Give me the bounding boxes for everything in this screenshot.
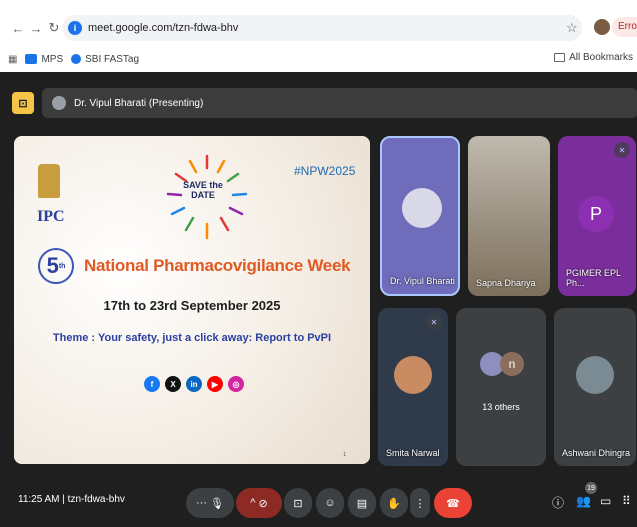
address-bar[interactable]: i meet.google.com/tzn-fdwa-bhv: [62, 15, 582, 41]
raise-hand-button[interactable]: ✋: [380, 488, 408, 518]
captions-button[interactable]: ▤: [348, 488, 376, 518]
presentation-topbar: ⊡ Dr. Vipul Bharati (Presenting): [12, 88, 637, 118]
edition-number: 5th: [38, 248, 74, 284]
mic-off-icon: ✕: [426, 314, 442, 330]
leave-call-button[interactable]: ☎: [434, 488, 472, 518]
x-icon: X: [165, 376, 181, 392]
participant-name: PGIMER EPL Ph...: [566, 268, 621, 288]
info-icon[interactable]: ⓘ: [552, 494, 564, 511]
end-call-icon: ☎: [446, 497, 460, 510]
bookmark-mps[interactable]: MPS: [25, 54, 63, 65]
others-count: 13 others: [482, 402, 520, 412]
slide-hashtag: #NPW2025: [294, 164, 356, 178]
avatar: [576, 356, 614, 394]
present-icon: ⊡: [293, 497, 303, 510]
social-icons: f X in ▶ ◎: [144, 376, 249, 392]
site-info-icon[interactable]: i: [68, 21, 82, 35]
slide-theme: Theme : Your safety, just a click away: …: [52, 332, 332, 344]
address-row: ← → ↻ i meet.google.com/tzn-fdwa-bhv ☆ E…: [0, 12, 637, 44]
emoji-button[interactable]: ☺: [316, 488, 344, 518]
browser-chrome: ← → ↻ i meet.google.com/tzn-fdwa-bhv ☆ E…: [0, 0, 637, 72]
people-count-badge: 19: [585, 482, 597, 494]
avatar: n: [500, 352, 524, 376]
slide-title: National Pharmacovigilance Week: [84, 256, 351, 275]
save-the-date-text: SAVE the DATE: [183, 180, 223, 200]
bookmarks-bar: ▦ MPS SBI FASTag All Bookmarks: [0, 48, 637, 70]
url-text[interactable]: meet.google.com/tzn-fdwa-bhv: [88, 22, 238, 34]
linkedin-icon: in: [186, 376, 202, 392]
instagram-icon: ◎: [228, 376, 244, 392]
participant-tile-vipul[interactable]: Dr. Vipul Bharati: [380, 136, 460, 296]
participant-tile-pgimer[interactable]: ✕ P PGIMER EPL Ph...: [558, 136, 636, 296]
chevron-up-icon: ^: [250, 497, 256, 509]
captions-icon: ▤: [356, 497, 368, 510]
avatar: [402, 188, 442, 228]
more-vert-icon: ⋮: [414, 497, 426, 510]
camera-off-icon: ⊘: [258, 497, 268, 510]
presentation-slide: IPC SAVE the DATE #NPW2025 5th National …: [14, 136, 370, 464]
presenter-bar[interactable]: Dr. Vipul Bharati (Presenting): [42, 88, 637, 118]
youtube-icon: ▶: [207, 376, 223, 392]
slide-page-number: 1: [343, 452, 346, 458]
people-icon[interactable]: 👥: [576, 494, 591, 508]
present-button[interactable]: ⊡: [284, 488, 312, 518]
ipc-logo: IPC: [37, 208, 65, 225]
control-bar: 11:25 AM | tzn-fdwa-bhv ··· 🎙 ^ ⊘ ⊡ ☺ ▤ …: [0, 480, 637, 527]
folder-icon: [554, 53, 566, 62]
apps-grid-icon[interactable]: ▦: [8, 54, 17, 65]
emoji-icon: ☺: [324, 497, 336, 509]
mic-icon: 🎙: [210, 497, 225, 510]
participant-tile-sapna[interactable]: Sapna Dhariya: [468, 136, 550, 296]
reload-icon[interactable]: ↻: [44, 18, 64, 38]
meeting-time-code: 11:25 AM | tzn-fdwa-bhv: [18, 494, 125, 505]
participant-name: Smita Narwal: [386, 448, 440, 458]
avatar: [394, 356, 432, 394]
participant-tile-smita[interactable]: ✕ Smita Narwal: [378, 308, 448, 466]
participant-name: Sapna Dhariya: [476, 278, 536, 288]
mic-off-icon: ✕: [614, 142, 630, 158]
participant-tile-ashwani[interactable]: Ashwani Dhingra: [554, 308, 636, 466]
activities-icon[interactable]: ⠿: [622, 494, 631, 508]
presenter-avatar: [52, 96, 66, 110]
bookmark-sbi-fastag[interactable]: SBI FASTag: [71, 54, 139, 65]
slide-dates: 17th to 23rd September 2025: [103, 298, 281, 313]
more-dots-icon: ···: [195, 497, 207, 509]
hand-icon: ✋: [387, 497, 401, 510]
error-badge[interactable]: Error: [612, 17, 637, 37]
camera-button[interactable]: ^ ⊘: [236, 488, 282, 518]
meet-window: ⊡ Dr. Vipul Bharati (Presenting) IPC SAV…: [0, 72, 637, 527]
chat-icon[interactable]: ▭: [600, 494, 611, 508]
mic-button[interactable]: ··· 🎙: [186, 488, 234, 518]
presenter-label: Dr. Vipul Bharati (Presenting): [74, 97, 204, 109]
more-options-button[interactable]: ⋮: [410, 488, 430, 518]
avatar: P: [578, 196, 614, 232]
back-arrow-icon[interactable]: ←: [8, 18, 28, 38]
national-emblem-icon: [38, 164, 60, 198]
bookmark-star-icon[interactable]: ☆: [566, 20, 578, 36]
profile-avatar[interactable]: [594, 19, 610, 35]
participant-tile-others[interactable]: n 13 others: [456, 308, 546, 466]
presentation-icon[interactable]: ⊡: [12, 92, 34, 114]
forward-arrow-icon[interactable]: →: [26, 18, 46, 38]
facebook-icon: f: [144, 376, 160, 392]
all-bookmarks[interactable]: All Bookmarks: [554, 52, 633, 63]
participant-name: Ashwani Dhingra: [562, 448, 631, 458]
participant-name: Dr. Vipul Bharati: [390, 276, 455, 286]
